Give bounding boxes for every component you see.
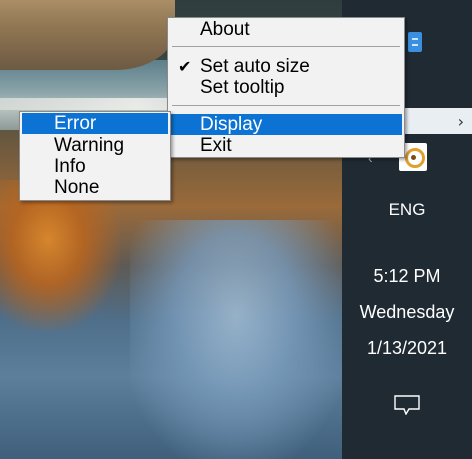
menu-item-display[interactable]: Display bbox=[170, 114, 402, 135]
menu-item-label: About bbox=[200, 19, 250, 40]
menu-item-set-tooltip[interactable]: Set tooltip bbox=[170, 77, 402, 98]
submenu-item-label: Info bbox=[54, 156, 86, 177]
check-icon: ✔ bbox=[178, 57, 192, 76]
chevron-right-icon[interactable]: › bbox=[458, 112, 464, 131]
menu-separator bbox=[172, 46, 400, 47]
menu-item-label: Set tooltip bbox=[200, 77, 285, 98]
submenu-item-warning[interactable]: Warning bbox=[22, 135, 168, 156]
blue-app-icon[interactable] bbox=[408, 32, 422, 52]
wallpaper-rock bbox=[0, 0, 175, 70]
display-submenu: Error Warning Info None bbox=[19, 111, 171, 201]
wallpaper-sunset-glow bbox=[0, 180, 120, 330]
submenu-item-none[interactable]: None bbox=[22, 177, 168, 198]
menu-item-label: Exit bbox=[200, 135, 232, 156]
menu-item-label: Display bbox=[200, 114, 263, 135]
tray-context-menu: About ✔ Set auto size Set tooltip Displa… bbox=[167, 17, 405, 158]
input-language-indicator[interactable]: ENG bbox=[342, 200, 472, 220]
tray-app-icon-dot bbox=[411, 155, 416, 160]
clock-date[interactable]: 1/13/2021 bbox=[342, 338, 472, 359]
submenu-item-label: None bbox=[54, 177, 100, 198]
menu-item-set-auto-size[interactable]: ✔ Set auto size bbox=[170, 56, 402, 77]
wallpaper-water-reflection bbox=[130, 220, 342, 459]
submenu-item-info[interactable]: Info bbox=[22, 156, 168, 177]
clock-day[interactable]: Wednesday bbox=[342, 302, 472, 323]
clock-time[interactable]: 5:12 PM bbox=[342, 266, 472, 287]
submenu-item-error[interactable]: Error bbox=[22, 113, 168, 134]
menu-item-about[interactable]: About bbox=[170, 19, 402, 40]
submenu-item-label: Warning bbox=[54, 135, 125, 156]
menu-item-label: Set auto size bbox=[200, 56, 310, 77]
menu-separator bbox=[172, 105, 400, 106]
menu-item-exit[interactable]: Exit bbox=[170, 135, 402, 156]
notification-icon[interactable] bbox=[394, 395, 420, 415]
submenu-item-label: Error bbox=[54, 113, 97, 134]
